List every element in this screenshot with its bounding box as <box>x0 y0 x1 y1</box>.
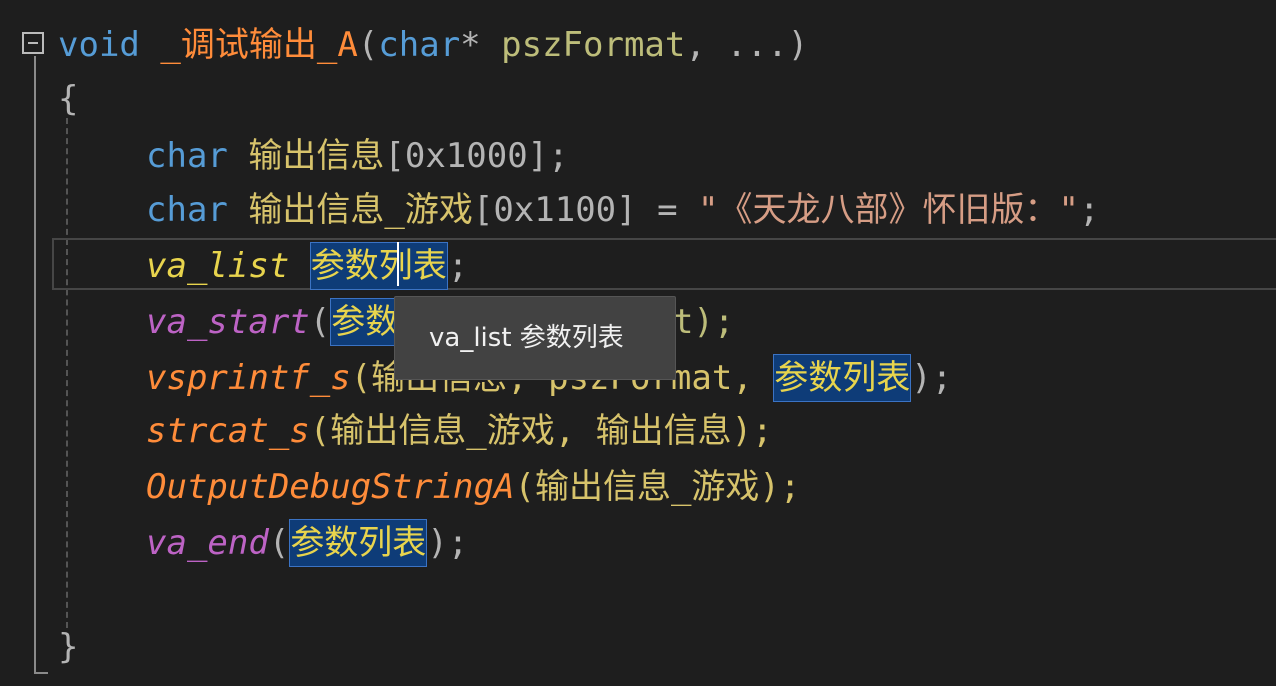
string-literal: "《天龙八部》怀旧版：" <box>698 190 1079 230</box>
function-name: _调试输出_A <box>160 25 358 65</box>
highlighted-reference[interactable]: 参数列表 <box>773 354 912 402</box>
open-paren: ( <box>309 302 331 342</box>
fold-region-line <box>34 56 36 674</box>
macro-va-start: va_start <box>146 302 310 342</box>
keyword-void: void <box>58 25 140 65</box>
code-line-4[interactable]: char 输出信息_游戏[0x1100] = "《天龙八部》怀旧版："; <box>58 183 1099 237</box>
text-caret <box>397 242 399 286</box>
array-size-assign: [0x1100] = <box>472 190 699 230</box>
type-va-list: va_list <box>146 246 290 286</box>
code-line-11[interactable]: } <box>58 620 78 674</box>
code-line-8[interactable]: strcat_s(输出信息_游戏, 输出信息); <box>58 404 773 458</box>
fold-region-end <box>34 672 48 674</box>
open-paren: ( <box>357 25 379 65</box>
variable-name: 输出信息 <box>248 136 385 176</box>
code-line-9[interactable]: OutputDebugStringA(输出信息_游戏); <box>58 460 800 514</box>
semicolon: ; <box>1078 190 1100 230</box>
open-paren: ( <box>268 523 290 563</box>
close-paren: ); <box>911 358 953 398</box>
code-line-10[interactable]: va_end(参数列表); <box>58 515 468 569</box>
function-vsprintf: vsprintf_s <box>146 358 351 398</box>
args: (输出信息_游戏, 输出信息); <box>309 411 773 451</box>
macro-va-end: va_end <box>146 523 269 563</box>
code-line-2[interactable]: { <box>58 72 78 126</box>
close-brace: } <box>58 627 79 667</box>
function-output-debug-string: OutputDebugStringA <box>146 467 515 507</box>
args: (输出信息_游戏); <box>514 467 801 507</box>
highlighted-reference[interactable]: 参数列表 <box>289 519 428 567</box>
keyword-char: char <box>146 136 228 176</box>
params-rest: , ...) <box>685 25 809 65</box>
semicolon: ; <box>447 246 469 286</box>
quick-info-tooltip: va_list 参数列表 <box>394 296 676 380</box>
code-line-5[interactable]: va_list 参数列表; <box>58 238 468 292</box>
variable-name: 输出信息_游戏 <box>248 190 473 230</box>
array-size: [0x1000]; <box>384 136 569 176</box>
code-line-3[interactable]: char 输出信息[0x1000]; <box>58 129 569 183</box>
function-strcat: strcat_s <box>146 411 310 451</box>
highlighted-reference[interactable]: 参数列表 <box>309 242 448 290</box>
code-editor[interactable]: void _调试输出_A(char* pszFormat, ...) { cha… <box>0 0 1276 686</box>
collapse-minus-icon[interactable] <box>22 32 44 54</box>
close-paren: ); <box>427 523 469 563</box>
open-brace: { <box>58 79 79 119</box>
pointer-star: * <box>460 25 481 65</box>
param-type: char <box>378 25 461 65</box>
keyword-char: char <box>146 190 228 230</box>
code-line-1[interactable]: void _调试输出_A(char* pszFormat, ...) <box>58 18 808 72</box>
param-name: pszFormat <box>501 25 686 65</box>
